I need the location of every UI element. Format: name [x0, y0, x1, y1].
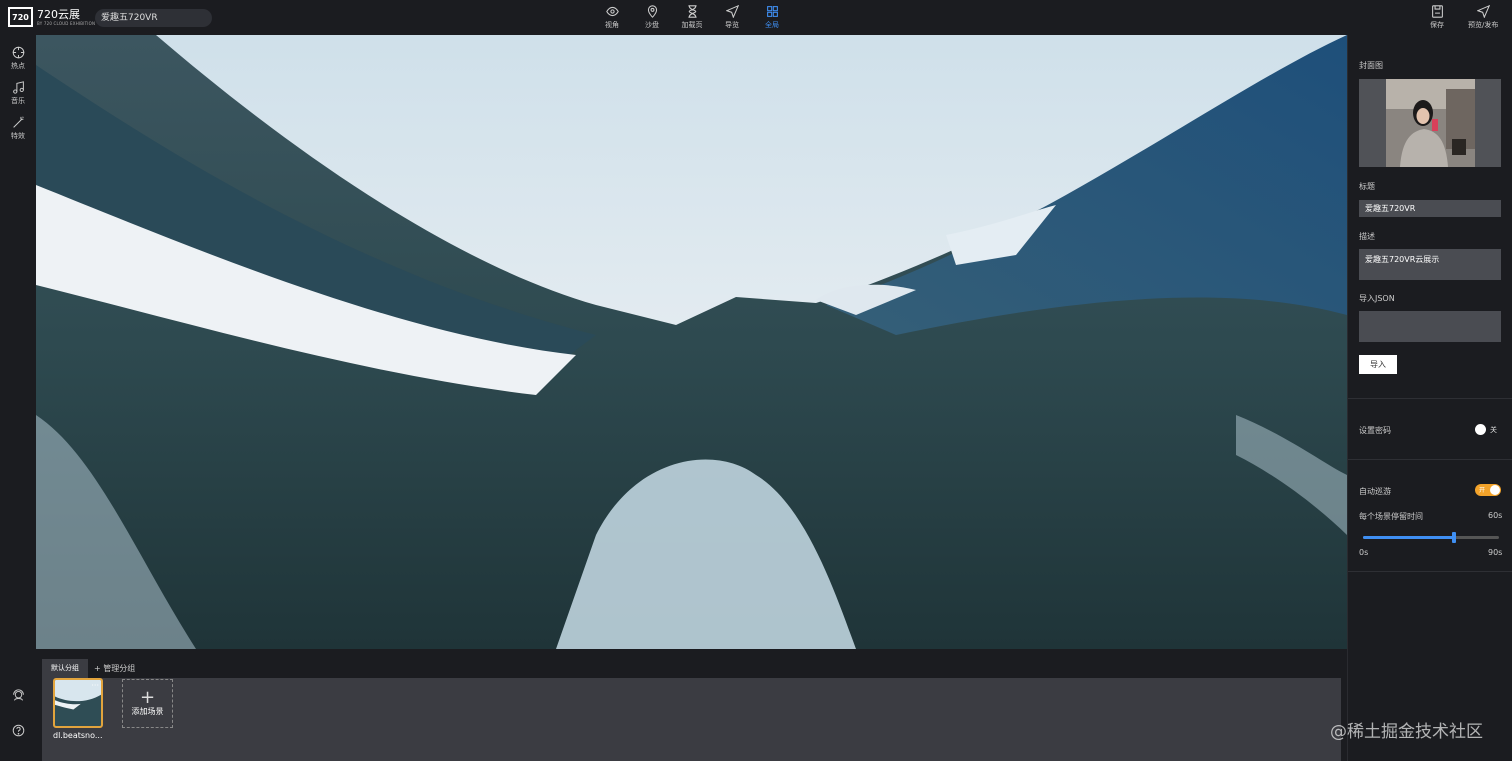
stay-time-label: 每个场景停留时间 — [1359, 512, 1423, 521]
import-button[interactable]: 导入 — [1359, 355, 1397, 374]
logo-name: 720云展 — [37, 7, 80, 21]
divider — [1348, 459, 1512, 460]
group-tabs: 默认分组 + 管理分组 — [42, 659, 135, 678]
support-icon — [12, 689, 24, 701]
tab-sandbox-label: 沙盘 — [645, 21, 659, 29]
top-actions: 保存 预览/发布 — [1347, 0, 1512, 35]
map-pin-icon — [647, 5, 657, 18]
magic-wand-icon — [12, 116, 24, 128]
save-button[interactable]: 保存 — [1430, 5, 1444, 30]
tab-guide[interactable]: 导览 — [717, 5, 747, 30]
send-icon — [1476, 5, 1490, 18]
slider-fill — [1363, 536, 1454, 539]
top-nav: 视角 沙盘 加载页 导览 全局 — [597, 5, 787, 30]
logo-subtitle: BY 720 CLOUD EXHIBITION — [37, 20, 96, 26]
top-bar: 720 720云展 BY 720 CLOUD EXHIBITION 视角 沙盘 … — [0, 0, 1347, 35]
range-min-label: 0s — [1359, 548, 1369, 557]
description-field[interactable]: 爱趣五720VR云展示 — [1359, 249, 1501, 280]
tab-sandbox[interactable]: 沙盘 — [637, 5, 667, 30]
cover-image — [1386, 79, 1475, 167]
left-sidebar: 热点 音乐 特效 — [0, 35, 36, 761]
tab-view-label: 视角 — [605, 21, 619, 29]
cover-image-picker[interactable] — [1359, 79, 1501, 167]
toggle-knob — [1490, 485, 1500, 495]
panorama-viewer[interactable] — [36, 35, 1347, 649]
toggle-knob — [1475, 424, 1486, 435]
password-label: 设置密码 — [1359, 426, 1391, 435]
divider — [1348, 398, 1512, 399]
help-button[interactable] — [0, 724, 36, 739]
password-toggle-text: 关 — [1490, 425, 1497, 434]
slider-thumb[interactable] — [1451, 532, 1456, 543]
sidebar-item-hotspot[interactable]: 热点 — [0, 46, 36, 71]
tab-loading[interactable]: 加载页 — [677, 5, 707, 30]
title-field[interactable] — [1359, 200, 1501, 217]
manage-groups-button[interactable]: + 管理分组 — [94, 663, 135, 674]
tab-global[interactable]: 全局 — [757, 5, 787, 30]
plus-icon: + — [139, 687, 156, 708]
import-json-field[interactable] — [1359, 311, 1501, 342]
tab-global-label: 全局 — [765, 21, 779, 29]
stay-time-slider[interactable] — [1363, 532, 1499, 543]
support-button[interactable] — [0, 689, 36, 704]
sidebar-item-hotspot-label: 热点 — [11, 62, 25, 70]
help-icon — [12, 724, 24, 737]
watermark: @稀土掘金技术社区 — [1330, 722, 1483, 742]
save-icon — [1431, 5, 1443, 18]
range-max-label: 90s — [1488, 548, 1503, 557]
panorama-image — [36, 35, 1347, 649]
scene-name: dl.beatsno... — [53, 731, 103, 740]
add-scene-button[interactable]: + 添加场景 — [122, 679, 173, 728]
autotour-label: 自动巡游 — [1359, 487, 1391, 496]
more-icon[interactable]: ··· — [91, 681, 99, 690]
title-label: 标题 — [1359, 182, 1375, 191]
logo-mark: 720 — [8, 7, 33, 27]
preview-publish-label: 预览/发布 — [1468, 21, 1499, 29]
description-label: 描述 — [1359, 232, 1375, 241]
manage-groups-label: 管理分组 — [103, 664, 136, 673]
eye-icon — [605, 6, 619, 17]
scene-strip: 默认分组 + 管理分组 ··· dl.beatsno... + 添加场景 — [36, 649, 1347, 761]
scene-list: ··· dl.beatsno... + 添加场景 — [42, 678, 1341, 761]
grid-icon — [766, 6, 778, 17]
music-icon — [12, 81, 24, 94]
tab-view[interactable]: 视角 — [597, 5, 627, 30]
app-logo: 720 720云展 BY 720 CLOUD EXHIBITION — [8, 7, 95, 27]
cover-photo — [1386, 79, 1475, 167]
tab-loading-label: 加载页 — [681, 21, 703, 29]
password-toggle[interactable]: 关 — [1475, 424, 1497, 435]
import-json-label: 导入JSON — [1359, 294, 1395, 303]
divider — [1348, 571, 1512, 572]
sidebar-item-effects-label: 特效 — [11, 132, 25, 140]
scene-thumbnail[interactable]: ··· — [53, 678, 103, 728]
hourglass-icon — [687, 5, 697, 18]
sidebar-item-effects[interactable]: 特效 — [0, 116, 36, 141]
autotour-toggle-text: 开 — [1479, 487, 1486, 494]
scene-item[interactable]: ··· dl.beatsno... — [53, 678, 105, 740]
tab-guide-label: 导览 — [725, 21, 739, 29]
sidebar-item-music[interactable]: 音乐 — [0, 81, 36, 106]
settings-panel: 封面图 标题 描述 爱趣五720VR云展示 导入JSON 导入 设置密码 关 自… — [1347, 35, 1512, 761]
save-label: 保存 — [1430, 21, 1444, 29]
sidebar-item-music-label: 音乐 — [11, 97, 25, 105]
project-title-input[interactable] — [95, 9, 212, 27]
preview-publish-button[interactable]: 预览/发布 — [1468, 5, 1498, 30]
add-scene-label: 添加场景 — [131, 707, 164, 716]
stay-time-value: 60s — [1488, 511, 1503, 520]
autotour-toggle[interactable]: 开 — [1475, 484, 1501, 496]
cover-label: 封面图 — [1359, 61, 1383, 70]
navigation-icon — [725, 5, 739, 18]
crosshair-icon — [12, 46, 24, 59]
tab-default-group[interactable]: 默认分组 — [42, 659, 88, 678]
